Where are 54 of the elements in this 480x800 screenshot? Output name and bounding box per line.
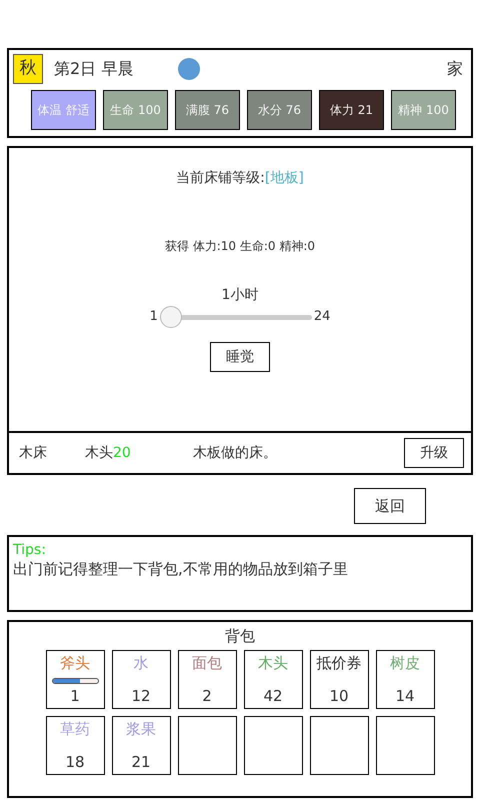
- slider-thumb[interactable]: [160, 306, 182, 328]
- tips-text: 出门前记得整理一下背包,不常用的物品放到箱子里: [13, 559, 349, 580]
- weather-icon: [178, 58, 200, 80]
- item-count: 1: [70, 686, 80, 706]
- inventory-slot[interactable]: 斧头 1: [46, 650, 104, 709]
- inventory-slot[interactable]: 树皮 14: [376, 650, 434, 709]
- stat-badge: 体力 21: [319, 90, 384, 130]
- gain-text: 获得 体力:10 生命:0 精神:0: [164, 238, 316, 255]
- item-count: 18: [65, 752, 85, 772]
- item-name: 水: [134, 653, 148, 673]
- upgrade-cost: 木头20: [85, 444, 132, 462]
- inventory-slot[interactable]: 水 12: [112, 650, 170, 709]
- inventory-slot[interactable]: 面包 2: [178, 650, 236, 709]
- back-button[interactable]: 返回: [354, 488, 426, 524]
- bed-name: 木床: [19, 444, 48, 462]
- empty-slot[interactable]: [244, 716, 302, 775]
- stat-badge: 水分 76: [247, 90, 312, 130]
- inventory-slot[interactable]: 木头 42: [244, 650, 302, 709]
- hours-reading: 1小时: [222, 286, 258, 305]
- item-name: 木头: [258, 653, 288, 673]
- backpack-title: 背包: [225, 626, 255, 646]
- item-count: 21: [131, 752, 151, 772]
- day-time-label: 第2日 早晨: [54, 58, 134, 80]
- stat-badge: 满腹 76: [175, 90, 240, 130]
- stat-badge: 生命 100: [103, 90, 168, 130]
- inventory-slot[interactable]: 抵价券 10: [310, 650, 368, 709]
- item-name: 斧头: [60, 653, 90, 673]
- item-count: 42: [263, 686, 283, 706]
- empty-slot[interactable]: [178, 716, 236, 775]
- slider-min-label: 1: [150, 308, 158, 326]
- item-name: 浆果: [126, 719, 156, 739]
- item-count: 2: [202, 686, 212, 706]
- bed-level-text: 当前床铺等级:[地板]: [176, 169, 304, 188]
- season-label: 秋: [13, 54, 43, 84]
- stat-badge: 体温 舒适: [31, 90, 96, 130]
- item-name: 面包: [192, 653, 222, 673]
- item-count: 12: [131, 686, 151, 706]
- tips-title: Tips:: [13, 541, 47, 559]
- slider-max-label: 24: [314, 308, 330, 326]
- upgrade-button[interactable]: 升级: [404, 438, 464, 468]
- item-name: 树皮: [390, 653, 420, 673]
- inventory-slot[interactable]: 浆果 21: [112, 716, 170, 775]
- bed-description: 木板做的床。: [193, 444, 277, 462]
- empty-slot[interactable]: [310, 716, 368, 775]
- item-name: 草药: [60, 719, 90, 739]
- item-count: 10: [329, 686, 349, 706]
- location-label: 家: [447, 58, 463, 80]
- item-name: 抵价券: [316, 653, 362, 673]
- empty-slot[interactable]: [376, 716, 434, 775]
- item-count: 14: [395, 686, 415, 706]
- stat-badge: 精神 100: [391, 90, 456, 130]
- sleep-button[interactable]: 睡觉: [210, 342, 270, 372]
- inventory-slot[interactable]: 草药 18: [46, 716, 104, 775]
- hours-slider[interactable]: [160, 306, 312, 328]
